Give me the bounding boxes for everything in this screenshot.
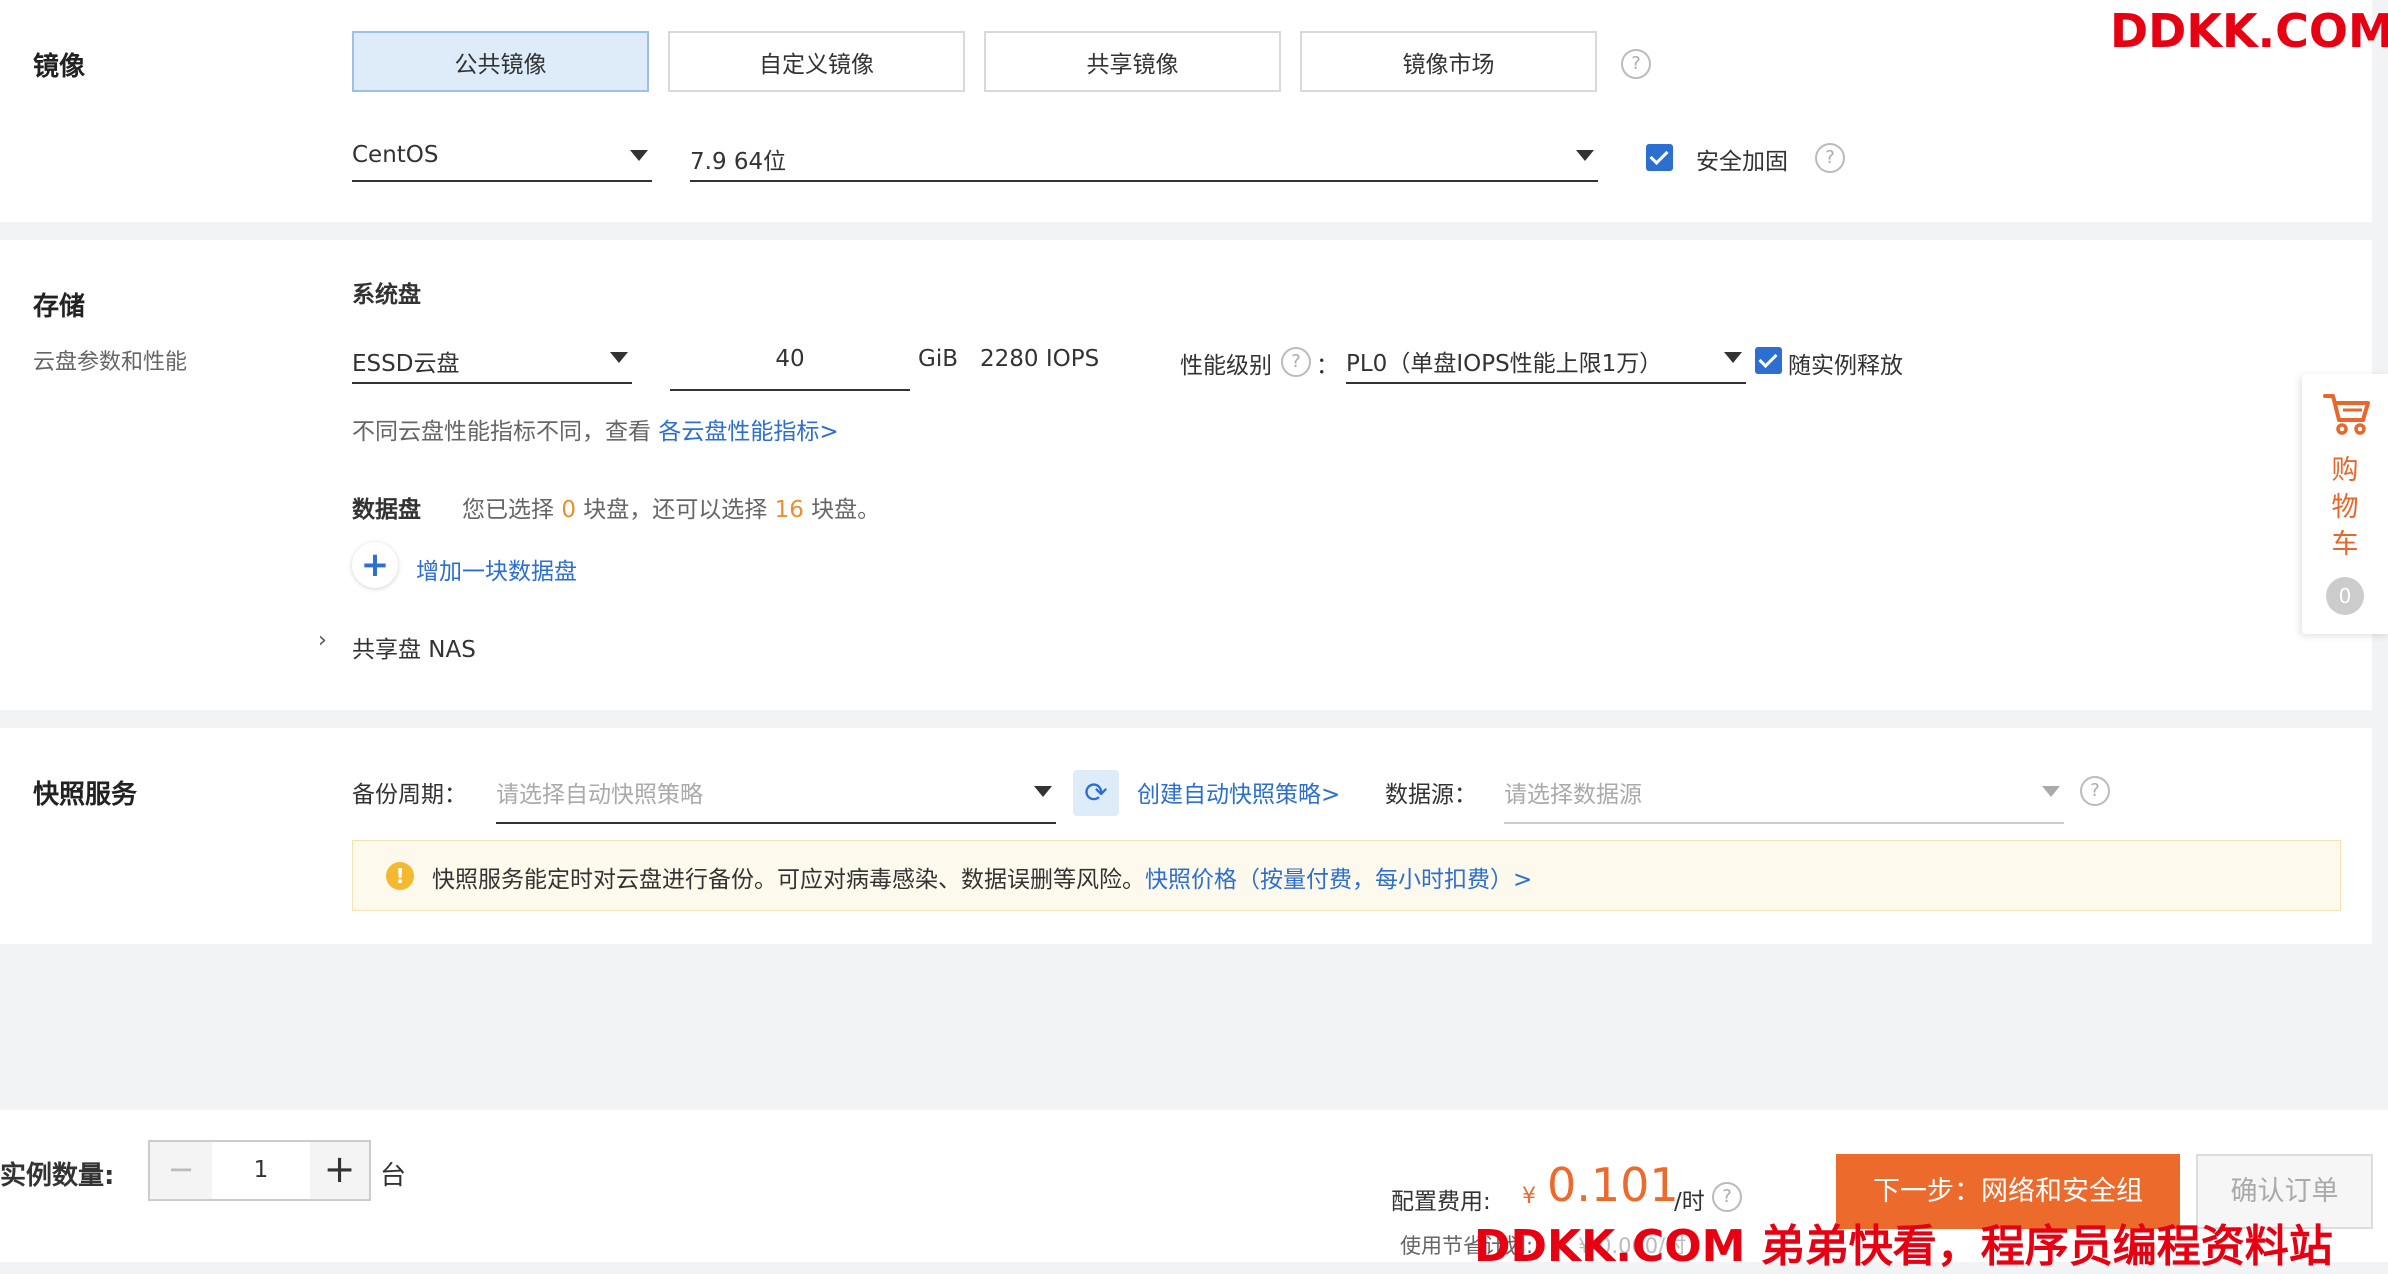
quantity-stepper: − 1 + bbox=[148, 1140, 371, 1201]
snapshot-notice-body: 快照服务能定时对云盘进行备份。可应对病毒感染、数据误删等风险。 bbox=[432, 867, 1145, 893]
data-disk-remaining-count: 16 bbox=[774, 497, 804, 523]
data-disk-selected-count: 0 bbox=[561, 497, 576, 523]
add-data-disk-icon[interactable]: + bbox=[352, 542, 398, 588]
snapshot-price-link[interactable]: 快照价格（按量付费，每小时扣费）> bbox=[1145, 867, 1532, 893]
os-select[interactable]: CentOS bbox=[352, 134, 652, 182]
chevron-down-icon bbox=[2042, 786, 2060, 797]
disk-type-select[interactable]: ESSD云盘 bbox=[352, 336, 632, 384]
fee-value: 0.101 bbox=[1547, 1158, 1679, 1212]
warning-icon: ! bbox=[386, 862, 414, 890]
os-select-value: CentOS bbox=[352, 142, 439, 168]
datasource-select[interactable]: 请选择数据源 bbox=[1504, 764, 2064, 824]
cart-icon bbox=[2322, 388, 2372, 442]
refresh-icon[interactable]: ⟳ bbox=[1073, 770, 1119, 816]
disk-perf-link[interactable]: 各云盘性能指标> bbox=[658, 419, 838, 445]
version-select-value: 7.9 64位 bbox=[690, 149, 787, 175]
quantity-input[interactable]: 1 bbox=[212, 1142, 310, 1199]
backup-policy-placeholder: 请选择自动快照策略 bbox=[496, 782, 703, 808]
add-data-disk-button[interactable]: 增加一块数据盘 bbox=[416, 552, 577, 586]
disk-size-input[interactable]: 40 bbox=[670, 334, 910, 391]
disk-perf-hint-text: 不同云盘性能指标不同，查看 bbox=[352, 419, 651, 445]
quantity-label: 实例数量: bbox=[0, 1161, 115, 1191]
decrement-button[interactable]: − bbox=[150, 1142, 212, 1199]
image-section: 镜像 公共镜像 自定义镜像 共享镜像 镜像市场 ? CentOS 7.9 64位… bbox=[0, 0, 2372, 222]
disk-iops: 2280 IOPS bbox=[980, 346, 1100, 372]
quantity-unit: 台 bbox=[380, 1161, 407, 1191]
watermark-bottom: DDKK.COM 弟弟快看，程序员编程资料站 bbox=[1474, 1221, 2333, 1272]
tab-shared-image[interactable]: 共享镜像 bbox=[984, 31, 1281, 92]
chevron-down-icon bbox=[610, 352, 628, 363]
cart-count-badge: 0 bbox=[2326, 577, 2364, 615]
data-disk-label: 数据盘 bbox=[352, 497, 421, 523]
tab-public-image[interactable]: 公共镜像 bbox=[352, 31, 649, 92]
data-disk-info: 您已选择 0 块盘，还可以选择 16 块盘。 bbox=[462, 490, 880, 524]
chevron-down-icon bbox=[1724, 352, 1742, 363]
snapshot-notice-text: 快照服务能定时对云盘进行备份。可应对病毒感染、数据误删等风险。快照价格（按量付费… bbox=[432, 860, 1532, 894]
cart-label-char: 物 bbox=[2331, 492, 2359, 523]
storage-section-title: 存储 bbox=[33, 292, 86, 322]
cart-label: 购 物 车 bbox=[2302, 452, 2388, 563]
shared-nas-toggle[interactable]: 共享盘 NAS bbox=[352, 630, 476, 664]
chevron-down-icon bbox=[1576, 150, 1594, 161]
fee-help-icon[interactable]: ? bbox=[1712, 1182, 1742, 1212]
chevron-down-icon bbox=[1034, 786, 1052, 797]
backup-policy-select[interactable]: 请选择自动快照策略 bbox=[496, 764, 1056, 824]
image-help-icon[interactable]: ? bbox=[1621, 49, 1651, 79]
storage-section: 存储 云盘参数和性能 系统盘 ESSD云盘 40 GiB 2280 IOPS 性… bbox=[0, 240, 2372, 710]
image-section-title: 镜像 bbox=[33, 52, 86, 82]
perf-help-icon[interactable]: ? bbox=[1281, 347, 1311, 377]
cart-label-char: 车 bbox=[2331, 529, 2359, 560]
data-disk-info-text: 块盘，还可以选择 bbox=[583, 497, 768, 523]
backup-cycle-label: 备份周期： bbox=[352, 782, 467, 808]
release-with-instance-checkbox[interactable] bbox=[1755, 347, 1782, 374]
system-disk-label: 系统盘 bbox=[352, 282, 421, 308]
release-with-instance-label: 随实例释放 bbox=[1788, 353, 1903, 379]
snapshot-section-title: 快照服务 bbox=[33, 780, 138, 810]
data-disk-info-text: 块盘。 bbox=[811, 497, 881, 523]
increment-button[interactable]: + bbox=[310, 1142, 369, 1199]
data-disk-info-text: 您已选择 bbox=[462, 497, 554, 523]
tab-custom-image[interactable]: 自定义镜像 bbox=[668, 31, 965, 92]
datasource-label: 数据源： bbox=[1385, 782, 1477, 808]
storage-section-subtitle: 云盘参数和性能 bbox=[33, 350, 188, 375]
perf-level-colon: ： bbox=[1316, 353, 1339, 379]
disk-type-value: ESSD云盘 bbox=[352, 351, 460, 377]
perf-level-select[interactable]: PL0（单盘IOPS性能上限1万） bbox=[1346, 336, 1746, 384]
datasource-help-icon[interactable]: ? bbox=[2080, 776, 2110, 806]
datasource-placeholder: 请选择数据源 bbox=[1504, 782, 1642, 808]
security-help-icon[interactable]: ? bbox=[1815, 143, 1845, 173]
chevron-right-icon[interactable]: › bbox=[318, 628, 327, 653]
disk-size-unit: GiB bbox=[918, 346, 958, 372]
cart-label-char: 购 bbox=[2331, 455, 2359, 486]
snapshot-notice: ! 快照服务能定时对云盘进行备份。可应对病毒感染、数据误删等风险。快照价格（按量… bbox=[352, 840, 2341, 911]
disk-perf-hint: 不同云盘性能指标不同，查看 各云盘性能指标> bbox=[352, 412, 839, 446]
perf-level-value: PL0（单盘IOPS性能上限1万） bbox=[1346, 351, 1663, 377]
shopping-cart[interactable]: 购 物 车 0 bbox=[2302, 374, 2388, 634]
security-label: 安全加固 bbox=[1696, 149, 1788, 175]
chevron-down-icon bbox=[630, 150, 648, 161]
tab-image-market[interactable]: 镜像市场 bbox=[1300, 31, 1597, 92]
snapshot-section: 快照服务 备份周期： 请选择自动快照策略 ⟳ 创建自动快照策略> 数据源： 请选… bbox=[0, 728, 2372, 944]
watermark-top: DDKK.COM bbox=[2110, 4, 2388, 58]
create-snapshot-policy-link[interactable]: 创建自动快照策略> bbox=[1137, 775, 1340, 809]
version-select[interactable]: 7.9 64位 bbox=[690, 134, 1598, 182]
security-checkbox[interactable] bbox=[1646, 144, 1673, 171]
fee-currency: ¥ bbox=[1522, 1184, 1536, 1209]
perf-level-label: 性能级别 bbox=[1180, 353, 1272, 379]
